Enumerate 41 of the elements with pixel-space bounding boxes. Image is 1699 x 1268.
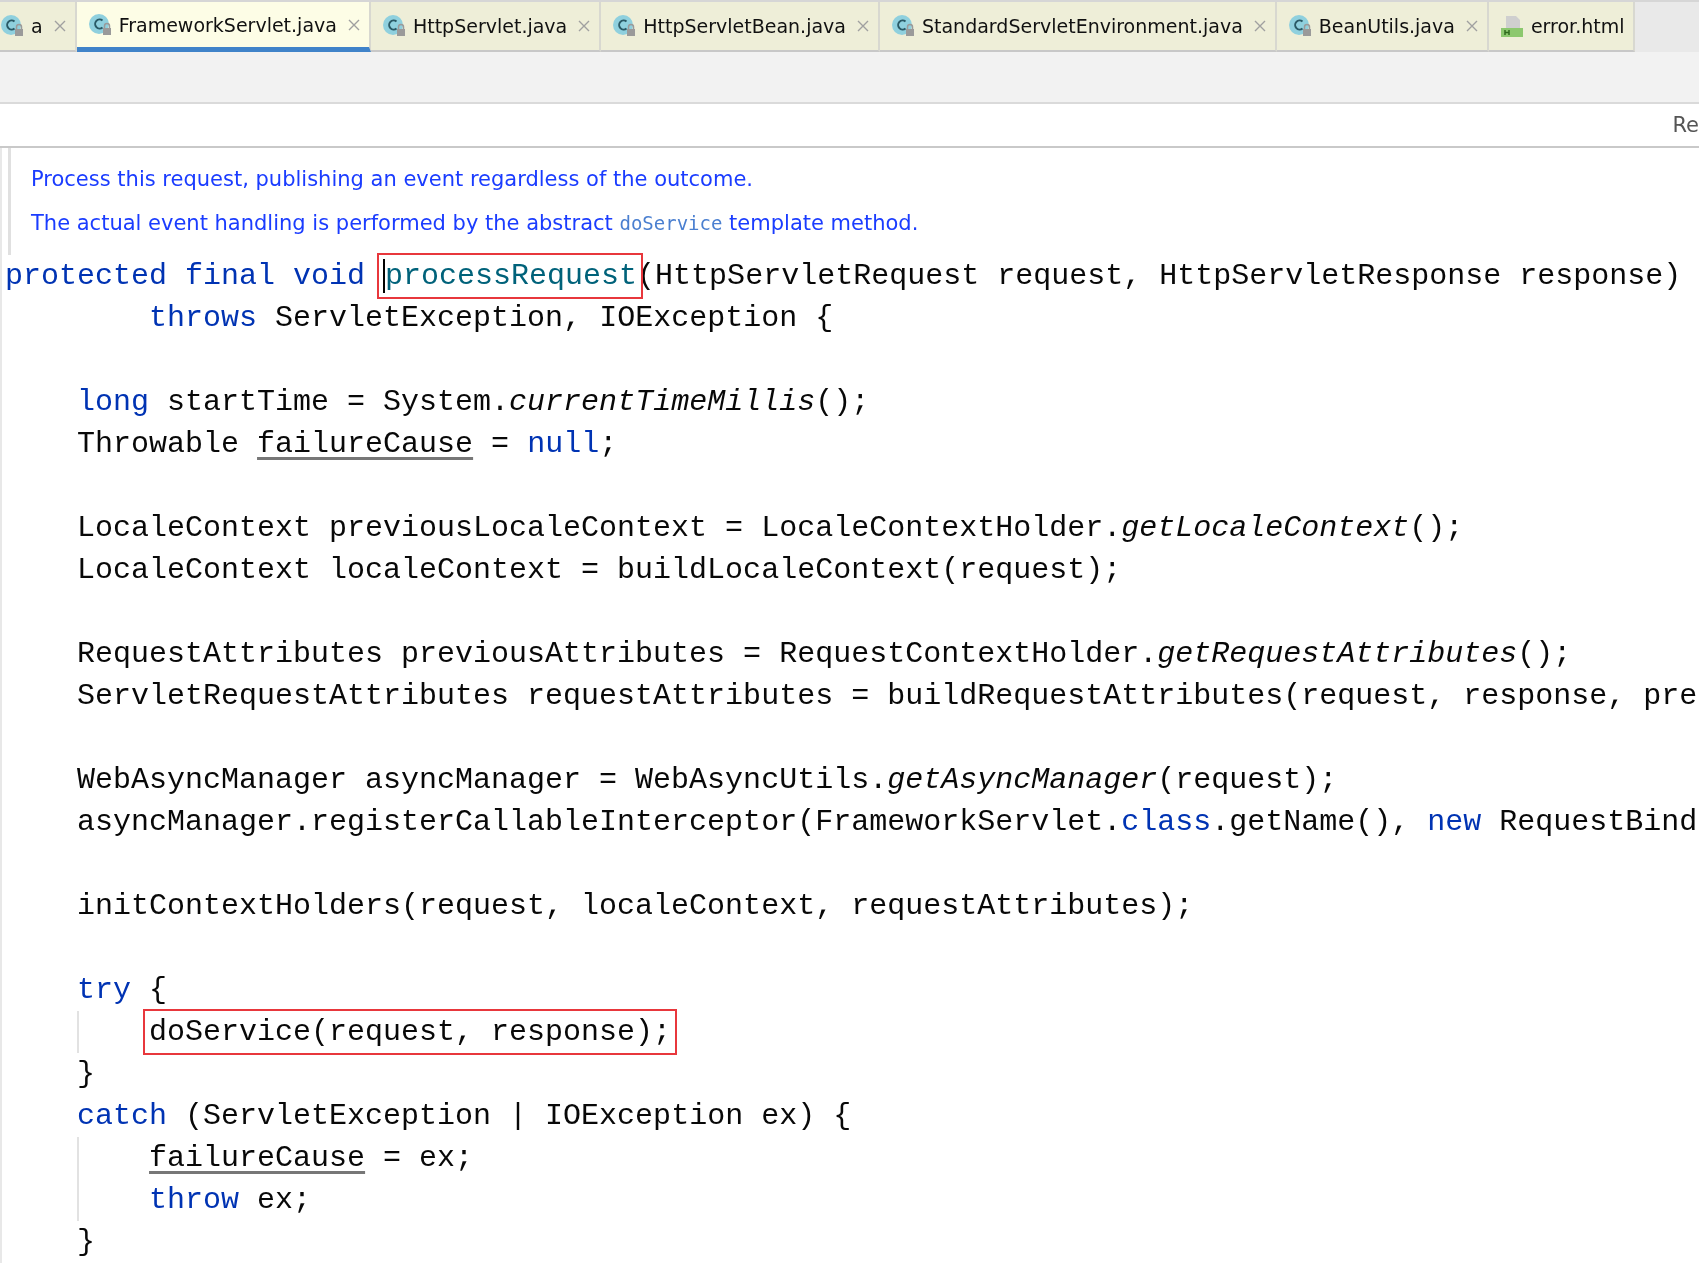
code-line: doService(request, response); — [5, 1011, 1699, 1053]
close-icon[interactable] — [1253, 20, 1266, 32]
editor-tab[interactable]: error.html — [1488, 2, 1636, 52]
code-line: throws ServletException, IOException { — [148, 300, 835, 337]
close-icon[interactable] — [856, 20, 869, 32]
code-line: initContextHolders(request, localeContext, requestAttributes); — [76, 888, 1195, 925]
editor-tab[interactable]: BeanUtils.java — [1276, 2, 1489, 52]
doc-comment: Process this request, publishing an event regardless of the outcome. — [31, 166, 754, 193]
code-line: RequestAttributes previousAttributes = RequestContextHolder.getRequestAttributes(); — [76, 636, 1573, 673]
html-file-icon — [1499, 14, 1524, 38]
code-line: } — [76, 1224, 97, 1261]
editor-tab[interactable]: a — [0, 2, 77, 52]
editor-tab[interactable]: StandardServletEnvironment.java — [879, 2, 1277, 52]
class-file-icon — [1287, 14, 1312, 38]
close-icon[interactable] — [347, 18, 360, 31]
class-file-icon — [381, 14, 406, 38]
close-icon[interactable] — [1465, 20, 1478, 32]
class-file-icon — [890, 14, 915, 38]
code-line: LocaleContext localeContext = buildLocaleContext(request); — [76, 552, 1123, 589]
code-line: failureCause = ex; — [5, 1137, 1699, 1179]
code-line: ServletRequestAttributes requestAttributes = buildRequestAttributes(request, response, pre — [76, 678, 1699, 715]
code-line: long startTime = System.currentTimeMillis(); — [76, 384, 871, 421]
code-line: Throwable failureCause = null; — [76, 426, 619, 463]
class-file-icon — [87, 12, 112, 37]
code-line: WebAsyncManager asyncManager = WebAsyncUtils.getAsyncManager(request); — [76, 762, 1339, 799]
code-line: LocaleContext previousLocaleContext = LocaleContextHolder.getLocaleContext(); — [76, 510, 1465, 547]
editor-tab[interactable]: HttpServletBean.java — [601, 2, 880, 52]
code-line: asyncManager.registerCallableInterceptor(FrameworkServlet.class.getName(), new RequestBind — [76, 804, 1699, 841]
editor-tab[interactable]: HttpServlet.java — [370, 2, 602, 52]
info-bar-text: Re — [1672, 113, 1699, 137]
code-line: throw ex; — [5, 1179, 1699, 1221]
close-icon[interactable] — [53, 20, 66, 32]
class-file-icon — [0, 14, 24, 38]
code-line: } — [76, 1056, 97, 1093]
doc-comment: The actual event handling is performed by the abstract doService template method. — [31, 210, 920, 237]
code-line: catch (ServletException | IOException ex) { — [76, 1098, 853, 1135]
code-line: protected final void processRequest(HttpServletRequest request, HttpServletResponse response) — [5, 255, 1699, 297]
editor-tab[interactable]: FrameworkServlet.java — [76, 2, 371, 52]
code-line: try { — [76, 972, 169, 1009]
class-file-icon — [612, 14, 637, 38]
close-icon[interactable] — [578, 20, 591, 32]
